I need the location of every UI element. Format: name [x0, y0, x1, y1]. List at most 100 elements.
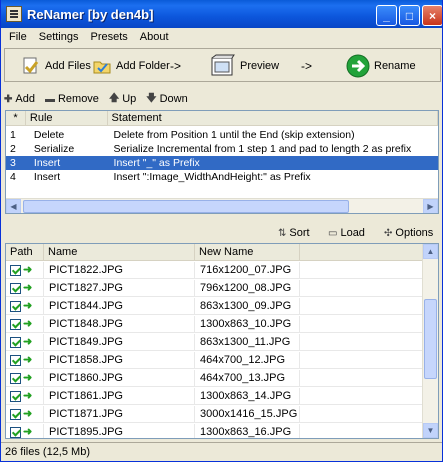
- rule-row-selected[interactable]: 3 Insert Insert "_" as Prefix: [6, 156, 438, 170]
- file-new-name: 464x700_13.JPG: [195, 370, 300, 386]
- rename-button[interactable]: Rename: [346, 53, 416, 79]
- file-row[interactable]: ➜ PICT1827.JPG 796x1200_08.JPG: [6, 280, 424, 297]
- file-row[interactable]: ➜ PICT1849.JPG 863x1300_11.JPG: [6, 334, 424, 351]
- app-window: ReNamer [by den4b] _ □ × File Settings P…: [0, 0, 443, 462]
- checkbox[interactable]: [10, 336, 21, 348]
- file-name: PICT1858.JPG: [44, 352, 195, 368]
- load-button[interactable]: ▭ Load: [328, 227, 365, 239]
- files-vscrollbar[interactable]: ▲ ▼: [422, 244, 438, 438]
- main-toolbar: Add Files Add Folder -> Preview -> Renam…: [4, 48, 441, 82]
- arrow-right-icon: ➜: [23, 425, 33, 438]
- checkbox[interactable]: [10, 318, 21, 330]
- title-bar[interactable]: ReNamer [by den4b] _ □ ×: [1, 0, 442, 28]
- file-name: PICT1861.JPG: [44, 388, 195, 404]
- rule-num: 2: [10, 143, 16, 155]
- file-row[interactable]: ➜ PICT1848.JPG 1300x863_10.JPG: [6, 316, 424, 333]
- scroll-left-icon[interactable]: ◀: [6, 199, 21, 213]
- files-vscroll-thumb[interactable]: [424, 299, 437, 379]
- rule-name: Insert: [33, 171, 61, 183]
- rule-statement: Delete from Position 1 until the End (sk…: [113, 129, 355, 141]
- file-name: PICT1844.JPG: [44, 298, 195, 314]
- rule-num: 3: [10, 157, 16, 169]
- col-empty: [300, 244, 424, 261]
- file-row[interactable]: ➜ PICT1858.JPG 464x700_12.JPG: [6, 352, 424, 369]
- move-down-label: Down: [159, 93, 188, 105]
- move-down-button[interactable]: 🡇 Down: [146, 91, 187, 108]
- file-name: PICT1895.JPG: [44, 424, 195, 438]
- menu-about[interactable]: About: [134, 31, 175, 43]
- arrow-down-icon: 🡇: [146, 92, 157, 104]
- checkbox[interactable]: [10, 354, 21, 366]
- file-name: PICT1848.JPG: [44, 316, 195, 332]
- sort-icon: ⇅: [278, 227, 287, 239]
- checkbox[interactable]: [10, 426, 21, 438]
- file-row[interactable]: ➜ PICT1844.JPG 863x1300_09.JPG: [6, 298, 424, 315]
- rule-name: Delete: [33, 129, 65, 141]
- col-path[interactable]: Path: [6, 244, 44, 261]
- rule-row[interactable]: 2 Serialize Serialize Incremental from 1…: [6, 142, 438, 156]
- add-folder-button[interactable]: Add Folder: [92, 53, 170, 79]
- minimize-button[interactable]: _: [376, 5, 397, 26]
- sort-button[interactable]: ⇅ Sort: [278, 227, 310, 239]
- preview-button[interactable]: Preview: [210, 53, 279, 79]
- arrow-up-icon: 🡅: [108, 92, 120, 104]
- arrow-right-icon: ➜: [23, 389, 33, 402]
- rules-hscrollbar[interactable]: ◀ ▶: [6, 198, 438, 213]
- sort-label: Sort: [289, 227, 310, 239]
- rule-row[interactable]: 4 Insert Insert ":Image_WidthAndHeight:"…: [6, 170, 438, 184]
- file-new-name: 863x1300_09.JPG: [195, 298, 300, 314]
- checkbox[interactable]: [10, 300, 21, 312]
- preview-label: Preview: [240, 60, 280, 72]
- checkbox[interactable]: [10, 282, 21, 294]
- file-new-name: 1300x863_14.JPG: [195, 388, 300, 404]
- col-statement[interactable]: Statement: [108, 111, 438, 126]
- menu-presets[interactable]: Presets: [84, 31, 133, 43]
- add-rule-button[interactable]: ✚ Add: [4, 93, 35, 105]
- maximize-button[interactable]: □: [399, 5, 420, 26]
- scroll-down-icon[interactable]: ▼: [423, 423, 438, 438]
- file-row[interactable]: ➜ PICT1860.JPG 464x700_13.JPG: [6, 370, 424, 387]
- add-folder-icon: [92, 56, 112, 76]
- menu-bar: File Settings Presets About: [1, 28, 442, 46]
- files-toolbar: ⇅ Sort ▭ Load ✣ Options: [1, 224, 442, 242]
- move-up-button[interactable]: 🡅 Up: [109, 91, 136, 108]
- options-icon: ✣: [384, 227, 393, 239]
- move-up-label: Up: [122, 93, 137, 105]
- menu-settings[interactable]: Settings: [33, 31, 85, 43]
- col-star[interactable]: *: [6, 111, 26, 126]
- file-row[interactable]: ➜ PICT1895.JPG 1300x863_16.JPG: [6, 424, 424, 438]
- checkbox[interactable]: [10, 264, 21, 276]
- checkbox[interactable]: [10, 372, 21, 384]
- options-button[interactable]: ✣ Options: [384, 227, 433, 239]
- close-button[interactable]: ×: [422, 5, 442, 26]
- col-new-name[interactable]: New Name: [195, 244, 300, 261]
- col-name[interactable]: Name: [44, 244, 195, 261]
- files-list[interactable]: Path Name New Name ➜ PICT1822.JPG 716x12…: [5, 243, 439, 439]
- menu-file[interactable]: File: [3, 31, 33, 43]
- checkbox[interactable]: [10, 408, 21, 420]
- checkbox[interactable]: [10, 390, 21, 402]
- file-new-name: 1300x863_16.JPG: [195, 424, 300, 438]
- file-row[interactable]: ➜ PICT1822.JPG 716x1200_07.JPG: [6, 262, 424, 279]
- scroll-right-icon[interactable]: ▶: [423, 199, 438, 213]
- arrow-right-icon: ➜: [23, 335, 33, 348]
- file-row[interactable]: ➜ PICT1861.JPG 1300x863_14.JPG: [6, 388, 424, 405]
- rule-num: 4: [10, 171, 16, 183]
- plus-icon: ✚: [4, 93, 13, 105]
- remove-rule-button[interactable]: ▬ Remove: [45, 93, 99, 105]
- rules-list[interactable]: * Rule Statement 1 Delete Delete from Po…: [5, 110, 439, 214]
- file-row[interactable]: ➜ PICT1871.JPG 3000x1416_15.JPG: [6, 406, 424, 423]
- file-new-name: 796x1200_08.JPG: [195, 280, 300, 296]
- arrow-1: ->: [170, 59, 182, 73]
- scroll-up-icon[interactable]: ▲: [423, 244, 438, 259]
- rule-row[interactable]: 1 Delete Delete from Position 1 until th…: [6, 128, 438, 142]
- rule-statement: Serialize Incremental from 1 step 1 and …: [113, 143, 412, 155]
- file-name: PICT1827.JPG: [44, 280, 195, 296]
- col-rule[interactable]: Rule: [26, 111, 108, 126]
- add-files-button[interactable]: Add Files: [21, 53, 91, 79]
- arrow-2: ->: [301, 59, 313, 73]
- file-new-name: 464x700_12.JPG: [195, 352, 300, 368]
- rename-go-icon: [346, 54, 370, 78]
- rules-hscroll-thumb[interactable]: [23, 200, 349, 213]
- remove-rule-label: Remove: [57, 93, 99, 105]
